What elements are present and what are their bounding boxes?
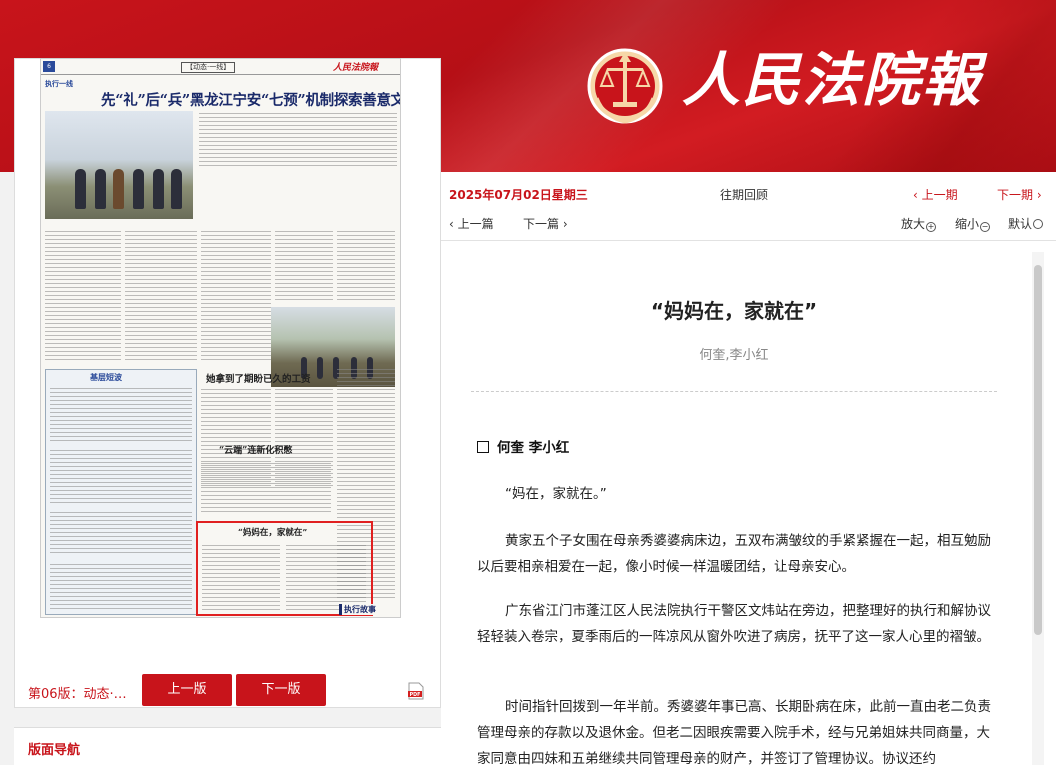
- photo-figure: [95, 169, 106, 209]
- photo-figure: [133, 169, 144, 209]
- article-paragraph: 时间指针回拨到一年半前。秀婆婆年事已高、长期卧病在床，此前一直由老二负责管理母亲…: [477, 699, 991, 765]
- court-emblem-icon: [587, 48, 663, 124]
- site-logo-text[interactable]: 人民法院報: [682, 38, 982, 122]
- zoom-in-button[interactable]: 放大 +: [901, 215, 937, 232]
- photo-figure: [171, 169, 182, 209]
- newspaper-section-label: 【动态·一线】: [181, 62, 236, 73]
- zoom-in-icon: +: [926, 222, 937, 232]
- article-paragraph: 黄家五个子女围在母亲秀婆婆病床边，五双布满皱纹的手紧紧握在一起，相互勉励以后要相…: [477, 533, 991, 575]
- newspaper-text-column: [202, 545, 280, 611]
- zoom-out-button[interactable]: 缩小 −: [955, 215, 991, 232]
- article-content: “妈妈在，家就在” 何奎,李小红 何奎 李小红 “妈在，家就在。” 黄家五个子女…: [441, 241, 1056, 765]
- article-paragraph: “妈在，家就在。”: [505, 486, 607, 502]
- zoom-out-icon: −: [980, 222, 991, 232]
- newspaper-masthead: 人民法院報: [333, 63, 379, 73]
- article-toolbar: ‹ 上一篇 下一篇 › 放大 + 缩小 − 默认: [441, 205, 1056, 241]
- zoom-reset-icon: [1033, 219, 1044, 229]
- newspaper-text-column: [337, 231, 395, 301]
- newspaper-subheadline[interactable]: 她拿到了期盼已久的工资: [206, 371, 311, 385]
- pdf-download-icon[interactable]: PDF: [408, 682, 424, 700]
- prev-page-button[interactable]: 上一版: [142, 674, 232, 706]
- issue-date[interactable]: 2025年07月02日星期三: [449, 186, 588, 203]
- newspaper-subheadline[interactable]: “云端”连新化积憋: [219, 443, 292, 456]
- photo-figure: [153, 169, 164, 209]
- current-page-label[interactable]: 第06版：动态·…: [28, 683, 127, 702]
- newspaper-subheadline: “妈妈在，家就在”: [238, 528, 308, 538]
- zoom-out-label: 缩小: [955, 217, 980, 231]
- layout-navigation-panel: 版面导航: [14, 727, 441, 765]
- prev-article-link[interactable]: ‹ 上一篇: [449, 215, 494, 232]
- newspaper-text-column: [50, 388, 192, 442]
- newspaper-text-column: [50, 512, 192, 556]
- next-article-link[interactable]: 下一篇 ›: [523, 215, 568, 232]
- current-article-highlight[interactable]: “妈妈在，家就在”: [196, 521, 373, 616]
- article-author: 何奎,李小红: [699, 348, 769, 363]
- article-paragraph: 广东省江门市蓬江区人民法院执行干警区文炜站在旁边，把整理好的执行和解协议轻轻装入…: [477, 603, 991, 645]
- photo-figure: [317, 357, 323, 379]
- newspaper-kicker: 执行一线: [45, 80, 73, 88]
- newspaper-text-column: [45, 231, 121, 361]
- newspaper-text-column: [201, 463, 331, 515]
- zoom-reset-label: 默认: [1008, 217, 1033, 231]
- newspaper-brief-box: 基层短波: [45, 369, 197, 615]
- byline-text: 何奎 李小红: [497, 440, 570, 456]
- next-issue-link[interactable]: 下一期 ›: [997, 186, 1042, 203]
- brief-box-title: 基层短波: [90, 373, 122, 382]
- newspaper-text-column: [50, 564, 192, 610]
- newspaper-page-number: 6: [43, 61, 55, 72]
- newspaper-text-column: [199, 113, 397, 169]
- zoom-in-label: 放大: [901, 217, 926, 231]
- past-issues-link[interactable]: 往期回顾: [720, 186, 768, 203]
- photo-figure: [113, 169, 124, 209]
- byline-square-icon: [477, 441, 489, 453]
- next-page-button[interactable]: 下一版: [236, 674, 326, 706]
- article-title: “妈妈在，家就在”: [650, 299, 818, 323]
- article-divider: [471, 391, 997, 392]
- newspaper-text-column: [286, 545, 366, 611]
- newspaper-text-column: [275, 231, 333, 301]
- article-scrollbar-thumb[interactable]: [1034, 265, 1042, 635]
- newspaper-page-thumbnail[interactable]: 6 【动态·一线】 人民法院報 执行一线 先“礼”后“兵”黑龙江宁安“七预”机制…: [40, 58, 401, 618]
- newspaper-column-tag: 执行故事: [339, 604, 376, 615]
- newspaper-photo: [45, 111, 193, 219]
- article-byline: 何奎 李小红: [477, 436, 569, 456]
- photo-figure: [75, 169, 86, 209]
- pdf-icon-label: PDF: [410, 692, 421, 698]
- page-nav-footer: 第06版：动态·… 上一版 下一版 PDF: [14, 674, 441, 706]
- newspaper-text-column: [201, 231, 271, 361]
- layout-navigation-title: 版面导航: [28, 743, 81, 758]
- prev-issue-link[interactable]: ‹ 上一期: [913, 186, 958, 203]
- newspaper-text-column: [125, 231, 197, 361]
- zoom-reset-button[interactable]: 默认: [1008, 215, 1044, 232]
- newspaper-headline[interactable]: 先“礼”后“兵”黑龙江宁安“七预”机制探索善意文明执行: [101, 89, 400, 110]
- newspaper-text-column: [50, 450, 192, 504]
